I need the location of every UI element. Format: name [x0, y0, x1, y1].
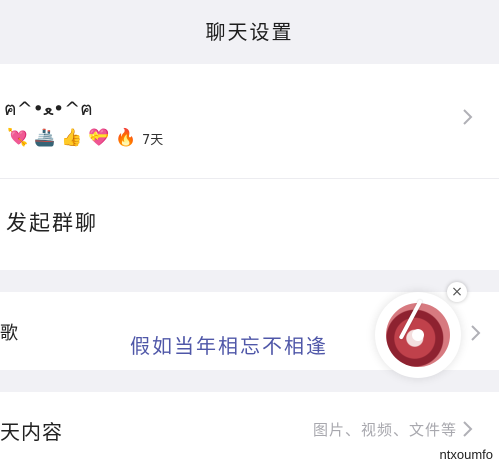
heart-cake-icon: 💝	[88, 127, 110, 148]
history-label: 天内容	[0, 420, 63, 444]
contact-nickname: ฅ^•ﻌ•^ฅ	[4, 98, 93, 120]
divider	[0, 178, 499, 179]
streak-days: 7天	[142, 132, 164, 148]
start-group-chat[interactable]: 发起群聊	[6, 207, 98, 237]
album-disc-icon	[386, 303, 450, 367]
heart-lock-icon: 💘	[7, 127, 29, 148]
music-label: 歌	[0, 323, 18, 344]
page-title: 聊天设置	[205, 20, 294, 44]
floating-music-player[interactable]: ×	[375, 282, 467, 378]
chevron-right-icon[interactable]	[462, 420, 476, 438]
thumbs-up-icon: 👍	[61, 127, 83, 148]
close-icon[interactable]: ×	[447, 282, 467, 302]
watermark: ntxoumfo	[439, 447, 493, 462]
top-bar: 聊天设置	[0, 0, 499, 62]
flame-icon: 🔥	[115, 127, 137, 148]
badge-row: 💘 🚢 👍 💝 🔥 7天	[6, 126, 163, 150]
chevron-right-icon[interactable]	[470, 324, 484, 342]
ship-icon: 🚢	[34, 127, 56, 148]
history-hint: 图片、视频、文件等	[312, 421, 457, 439]
chevron-right-icon[interactable]	[462, 108, 476, 126]
lyric-text: 假如当年相忘不相逢	[130, 334, 328, 358]
